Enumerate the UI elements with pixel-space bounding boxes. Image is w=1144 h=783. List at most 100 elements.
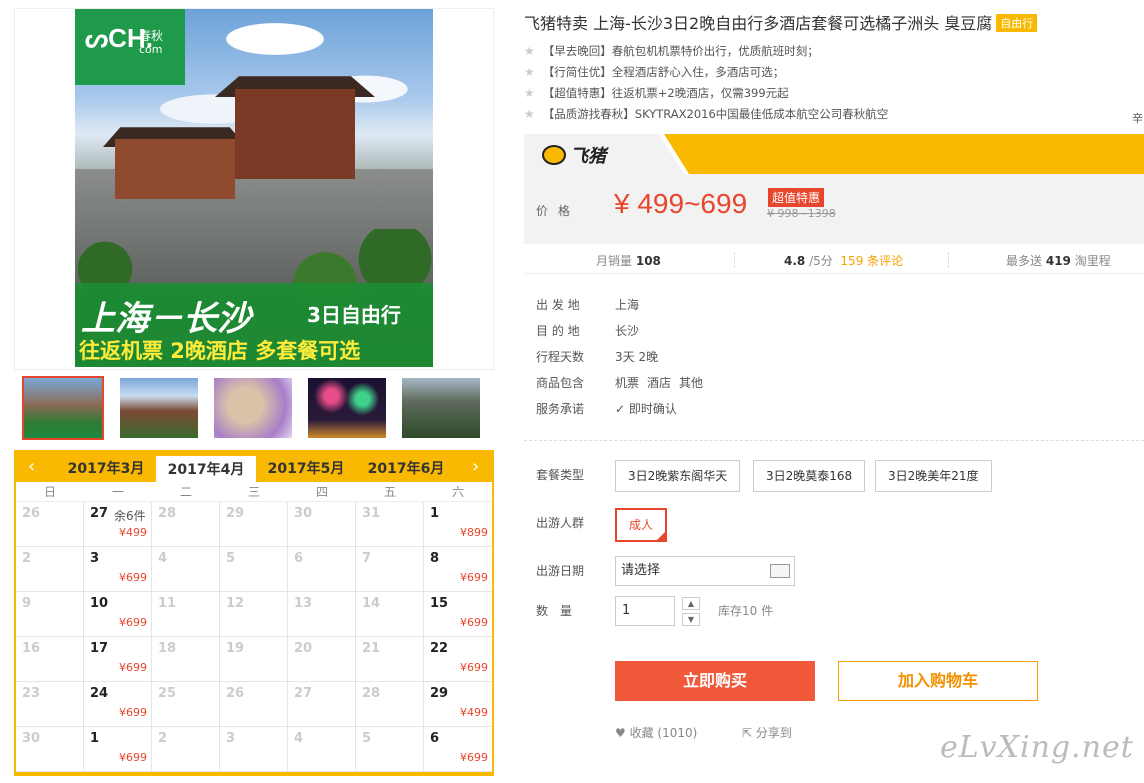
- check-icon: ✓: [655, 530, 667, 542]
- favorite-button[interactable]: ♥ 收藏 (1010): [615, 724, 697, 741]
- month-tab-april[interactable]: 2017年4月: [156, 456, 256, 482]
- share-icon: ⇱: [742, 726, 753, 740]
- feature-item: ★ 【早去晚回】春航包机机票特价出行，优质航班时刻；: [524, 44, 819, 58]
- feature-item: ★ 【行简住优】全程酒店舒心入住，多酒店可选；: [524, 65, 785, 79]
- month-tab-june[interactable]: 2017年6月: [356, 458, 456, 482]
- crowd-option-adult[interactable]: 成人 ✓: [615, 508, 667, 542]
- calendar-day[interactable]: 22 ¥699: [424, 637, 492, 682]
- thumbnail-4[interactable]: [306, 376, 388, 440]
- package-option-3[interactable]: 3日2晚美年21度: [875, 460, 992, 492]
- day-number: 9: [22, 596, 32, 611]
- day-number: 6: [294, 551, 304, 566]
- price-label: 价格: [536, 204, 581, 218]
- package-option-1[interactable]: 3日2晚紫东阁华天: [615, 460, 741, 492]
- qty-decrease-icon[interactable]: ▼: [682, 613, 700, 626]
- thumbnail-1[interactable]: [22, 376, 104, 440]
- weekday-label: 二: [179, 485, 192, 499]
- feature-item: ★ 【超值特惠】往返机票+2晚酒店，仅需399元起: [524, 86, 789, 100]
- photo-banner: 上海－长沙 3日自由行 往返机票 2晚酒店 多套餐可选: [75, 283, 433, 367]
- reviews-link[interactable]: 159 条评论: [840, 254, 903, 268]
- day-number: 18: [158, 641, 177, 656]
- calendar-day[interactable]: 27 余6件 ¥499: [84, 502, 152, 547]
- day-number: 31: [362, 506, 381, 521]
- add-to-cart-button[interactable]: 加入购物车: [838, 661, 1038, 701]
- next-month-icon[interactable]: ›: [472, 456, 479, 477]
- month-tab-march[interactable]: 2017年3月: [56, 458, 156, 482]
- star-icon: ★: [524, 65, 535, 79]
- star-icon: ★: [524, 86, 535, 100]
- day-number: 1: [90, 731, 100, 746]
- weekday-label: 五: [383, 485, 396, 499]
- day-number: 20: [294, 641, 313, 656]
- calendar-day: 5: [220, 547, 288, 592]
- quantity-label: 数 量: [536, 604, 573, 618]
- calendar-day: 21: [356, 637, 424, 682]
- calendar-day[interactable]: 15 ¥699: [424, 592, 492, 637]
- calendar-day: 9: [16, 592, 84, 637]
- package-option-2[interactable]: 3日2晚莫泰168: [753, 460, 866, 492]
- quantity-input[interactable]: 1: [615, 596, 675, 626]
- star-icon: ★: [524, 107, 535, 121]
- brand-bar: 飞猪: [524, 134, 1144, 174]
- calendar-day[interactable]: 6 ¥699: [424, 727, 492, 772]
- calendar-day: 28: [356, 682, 424, 727]
- calendar-day[interactable]: 10 ¥699: [84, 592, 152, 637]
- calendar-day: 12: [220, 592, 288, 637]
- calendar-day[interactable]: 3 ¥699: [84, 547, 152, 592]
- calendar-day: 3: [220, 727, 288, 772]
- watermark: eLvXing.net: [940, 730, 1134, 765]
- calendar-day[interactable]: 1 ¥699: [84, 727, 152, 772]
- day-number: 29: [430, 686, 449, 701]
- day-number: 4: [158, 551, 168, 566]
- qty-increase-icon[interactable]: ▲: [682, 597, 700, 610]
- original-price: ¥ 998~1398: [767, 207, 836, 220]
- calendar-day: 14: [356, 592, 424, 637]
- calendar-day: 19: [220, 637, 288, 682]
- price-value: ¥ 499~699: [614, 188, 748, 219]
- calendar-day[interactable]: 8 ¥699: [424, 547, 492, 592]
- thumbnail-3[interactable]: [212, 376, 294, 440]
- thumbnail-2[interactable]: [118, 376, 200, 440]
- day-number: 14: [362, 596, 381, 611]
- thumbnail-5[interactable]: [400, 376, 482, 440]
- calendar-day: 4: [152, 547, 220, 592]
- calendar-day: 27: [288, 682, 356, 727]
- day-number: 23: [22, 686, 41, 701]
- star-icon: ★: [524, 44, 535, 58]
- calendar-icon[interactable]: [770, 564, 790, 578]
- day-number: 5: [362, 731, 372, 746]
- day-number: 30: [294, 506, 313, 521]
- main-product-image[interactable]: ᔕCH. 春秋 com 上海－长沙 3日自由行 往返机票 2晚酒店 多套餐可选: [14, 8, 494, 370]
- day-price: ¥699: [119, 661, 147, 674]
- fliggy-face-icon: [542, 145, 566, 165]
- day-number: 15: [430, 596, 449, 611]
- day-price: ¥699: [460, 571, 488, 584]
- calendar-day: 4: [288, 727, 356, 772]
- day-number: 17: [90, 641, 109, 656]
- calendar-day: 2: [16, 547, 84, 592]
- calendar-day[interactable]: 29 ¥499: [424, 682, 492, 727]
- calendar-day: 6: [288, 547, 356, 592]
- buy-now-button[interactable]: 立即购买: [615, 661, 815, 701]
- stock-info: 库存10 件: [718, 604, 774, 618]
- share-button[interactable]: ⇱ 分享到: [742, 724, 792, 741]
- prev-month-icon[interactable]: ‹: [28, 456, 35, 477]
- weekday-header: 日一二三四五六: [16, 482, 492, 502]
- calendar-day[interactable]: 24 ¥699: [84, 682, 152, 727]
- day-number: 5: [226, 551, 236, 566]
- travel-date-input[interactable]: 请选择: [615, 556, 795, 586]
- heart-icon: ♥: [615, 726, 626, 740]
- month-tab-may[interactable]: 2017年5月: [256, 458, 356, 482]
- day-number: 6: [430, 731, 440, 746]
- day-number: 12: [226, 596, 245, 611]
- divider: [524, 440, 1144, 441]
- day-price: ¥699: [460, 661, 488, 674]
- calendar-day[interactable]: 17 ¥699: [84, 637, 152, 682]
- day-price: ¥699: [119, 616, 147, 629]
- calendar-day[interactable]: 1 ¥899: [424, 502, 492, 547]
- day-price: ¥499: [460, 706, 488, 719]
- side-text: 辛: [1132, 112, 1143, 125]
- day-number: 25: [158, 686, 177, 701]
- fliggy-logo: 飞猪: [542, 142, 606, 168]
- weekday-label: 三: [247, 485, 260, 499]
